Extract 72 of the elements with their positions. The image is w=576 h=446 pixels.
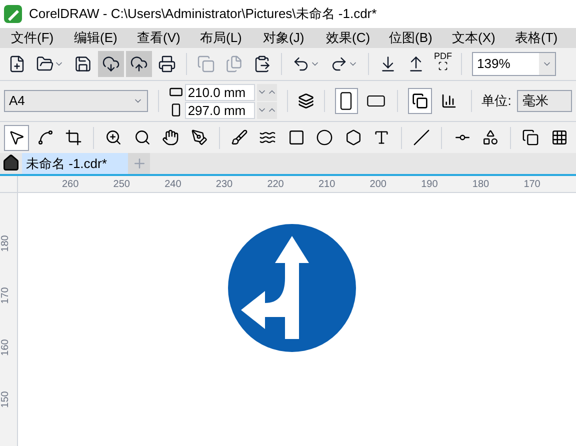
all-pages-button[interactable] — [408, 88, 432, 114]
height-field[interactable]: 297.0 mm — [184, 102, 255, 118]
width-field[interactable]: 210.0 mm — [184, 84, 255, 100]
ruler-label: 230 — [216, 178, 233, 192]
home-icon[interactable] — [2, 154, 20, 172]
menu-item[interactable]: 编辑(E) — [63, 28, 126, 48]
menu-item[interactable]: 文本(X) — [441, 28, 504, 48]
pointer-icon — [8, 129, 26, 146]
clipboard-icon — [253, 55, 271, 73]
menu-item[interactable]: 查看(V) — [126, 28, 189, 48]
undo-icon — [292, 55, 310, 73]
line-icon — [413, 129, 430, 146]
copy-icon — [197, 55, 215, 73]
hexagon-icon — [344, 129, 362, 146]
window-title: CorelDRAW - C:\Users\Administrator\Pictures\未命名 -1.cdr* — [29, 5, 377, 24]
save-icon — [74, 55, 92, 73]
folder-icon — [36, 55, 54, 73]
pointer-tool[interactable] — [4, 124, 30, 150]
zoom-combo[interactable]: 139% — [472, 52, 556, 76]
documents-icon — [225, 55, 243, 73]
ruler-label: 190 — [421, 178, 438, 192]
cloud-upload-icon — [130, 55, 148, 73]
menu-item[interactable]: 表格(T) — [504, 28, 567, 48]
cloud-upload-button[interactable] — [126, 51, 152, 77]
redo-icon — [330, 55, 348, 73]
rectangle-icon — [288, 129, 305, 146]
unit-label: 单位: — [482, 92, 512, 110]
ruler-label: 150 — [0, 391, 12, 408]
width-icon — [168, 85, 183, 99]
import-icon — [379, 55, 397, 73]
ruler-label: 240 — [164, 178, 182, 192]
menu-item[interactable]: 效果(C) — [315, 28, 378, 48]
ruler-label: 200 — [370, 178, 386, 192]
plus-icon — [132, 156, 146, 171]
menu-item[interactable]: 布局(L) — [189, 28, 252, 48]
text-tool-icon — [372, 129, 390, 146]
pages-icon — [412, 93, 428, 109]
export-icon — [407, 55, 425, 73]
crop-icon — [65, 129, 82, 146]
app-logo-icon — [4, 5, 22, 23]
search-icon — [134, 129, 151, 146]
ellipse-icon — [316, 129, 334, 146]
menu-item[interactable]: 位图(B) — [378, 28, 441, 48]
cloud-download-button[interactable] — [98, 51, 124, 77]
spin-buttons[interactable] — [256, 102, 277, 118]
spin-buttons[interactable] — [256, 84, 277, 100]
ruler-label: 160 — [0, 339, 12, 356]
shape-tool-icon — [36, 129, 54, 146]
ruler-label: 180 — [0, 235, 12, 252]
ruler-label: 260 — [62, 178, 79, 192]
pdf-button[interactable]: PDF — [431, 51, 455, 77]
bars-icon — [441, 93, 458, 109]
ruler-label: 170 — [0, 287, 12, 304]
zoom-icon — [105, 129, 122, 146]
ruler-label: 250 — [113, 178, 130, 192]
document-tab[interactable]: 未命名 -1.cdr* — [22, 153, 128, 174]
new-file-icon — [8, 55, 26, 73]
ruler-label: 170 — [524, 178, 540, 192]
hand-icon — [162, 129, 180, 146]
page-size-combo[interactable]: A4 — [4, 90, 148, 112]
cloud-download-icon — [102, 55, 120, 73]
brush-icon — [230, 129, 248, 146]
menu-item[interactable]: 对象(J) — [252, 28, 315, 48]
unit-combo[interactable]: 毫米 — [517, 90, 572, 112]
ruler-label: 220 — [267, 178, 284, 192]
menu-item[interactable]: 文件(F) — [0, 28, 63, 48]
ruler-label: 210 — [318, 178, 336, 192]
portrait-button[interactable] — [334, 88, 358, 114]
pen-icon — [190, 129, 208, 146]
ruler-label: 180 — [472, 178, 490, 192]
printer-icon — [158, 55, 176, 73]
curve-icon — [259, 129, 276, 146]
